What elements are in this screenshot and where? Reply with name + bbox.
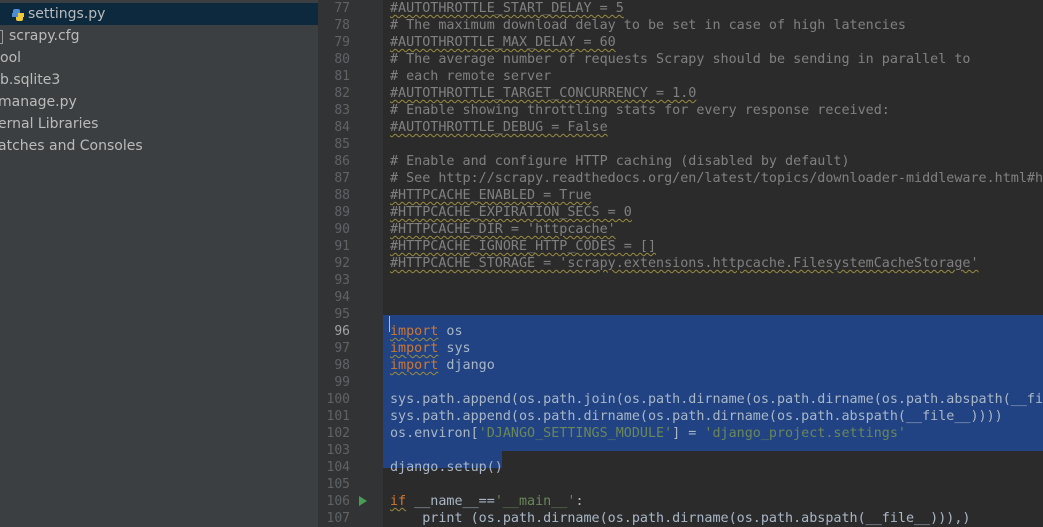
- line-number[interactable]: 79: [319, 34, 350, 51]
- line-number[interactable]: 103: [319, 442, 350, 459]
- line-number[interactable]: 82: [319, 85, 350, 102]
- line-number[interactable]: 97: [319, 340, 350, 357]
- code-line: # See http://scrapy.readthedocs.org/en/l…: [390, 171, 1043, 186]
- line-number[interactable]: 102: [319, 425, 350, 442]
- line-number[interactable]: 95: [319, 306, 350, 323]
- project-panel: settings.py scrapy.cfg ool b.sqlite3 man…: [0, 0, 318, 527]
- tree-item-label: ernal Libraries: [0, 116, 99, 132]
- tree-item-label: manage.py: [0, 94, 77, 110]
- tree-item-settings-py[interactable]: settings.py: [0, 3, 318, 25]
- code-line: #HTTPCACHE_DIR = 'httpcache': [390, 222, 616, 237]
- tree-item-scratches-and-consoles[interactable]: atches and Consoles: [0, 135, 318, 157]
- editor-gutter[interactable]: 77 78 79 80 81 82 83 84 85 86 87 88 89 90 91 92 93 94 95 96…: [319, 0, 383, 527]
- tree-item-label: scrapy.cfg: [9, 28, 80, 44]
- line-number[interactable]: 84: [319, 119, 350, 136]
- code-line: sys.path.append(os.path.dirname(os.path.…: [390, 409, 1003, 424]
- line-number[interactable]: 89: [319, 204, 350, 221]
- code-line: django.setup(): [390, 460, 503, 475]
- line-number[interactable]: 106: [319, 493, 350, 510]
- tree-item-label: b.sqlite3: [0, 72, 61, 88]
- line-number[interactable]: 100: [319, 391, 350, 408]
- line-number[interactable]: 99: [319, 374, 350, 391]
- code-line: os.environ['DJANGO_SETTINGS_MODULE'] = '…: [390, 426, 906, 441]
- config-file-icon: [0, 30, 3, 44]
- code-line: print (os.path.dirname(os.path.dirname(o…: [390, 511, 971, 526]
- code-line: #AUTOTHROTTLE_START_DELAY = 5: [390, 1, 624, 16]
- code-line: # Enable showing throttling stats for ev…: [390, 103, 890, 118]
- line-number[interactable]: 93: [319, 272, 350, 289]
- code-line: #HTTPCACHE_EXPIRATION_SECS = 0: [390, 205, 632, 220]
- code-line: #AUTOTHROTTLE_MAX_DELAY = 60: [390, 35, 616, 50]
- code-line: # The maximum download delay to be set i…: [390, 18, 906, 33]
- code-line: #HTTPCACHE_ENABLED = True: [390, 188, 592, 203]
- line-number[interactable]: 85: [319, 136, 350, 153]
- code-line: # each remote server: [390, 69, 552, 84]
- tree-item-label: atches and Consoles: [0, 138, 143, 154]
- line-number[interactable]: 105: [319, 476, 350, 493]
- python-file-icon: [11, 7, 25, 21]
- line-number[interactable]: 77: [319, 0, 350, 17]
- code-line: #AUTOTHROTTLE_TARGET_CONCURRENCY = 1.0: [390, 86, 697, 101]
- code-line: if __name__=='__main__':: [390, 494, 584, 509]
- line-number[interactable]: 98: [319, 357, 350, 374]
- line-number[interactable]: 104: [319, 459, 350, 476]
- line-number[interactable]: 107: [319, 510, 350, 527]
- code-line: #AUTOTHROTTLE_DEBUG = False: [390, 120, 608, 135]
- line-number[interactable]: 81: [319, 68, 350, 85]
- code-line: sys.path.append(os.path.join(os.path.dir…: [390, 392, 1043, 407]
- line-number[interactable]: 87: [319, 170, 350, 187]
- line-number[interactable]: 96: [319, 323, 350, 340]
- line-number[interactable]: 88: [319, 187, 350, 204]
- code-line: #HTTPCACHE_STORAGE = 'scrapy.extensions.…: [390, 256, 979, 271]
- tree-item-db-sqlite3[interactable]: b.sqlite3: [0, 69, 318, 91]
- line-number[interactable]: 92: [319, 255, 350, 272]
- code-line: import django: [390, 358, 495, 373]
- tree-item-label: ool: [0, 50, 22, 66]
- code-line: import sys: [390, 341, 471, 356]
- tree-item-manage-py[interactable]: manage.py: [0, 91, 318, 113]
- line-number[interactable]: 101: [319, 408, 350, 425]
- tree-item-external-libraries[interactable]: ernal Libraries: [0, 113, 318, 135]
- line-number[interactable]: 94: [319, 289, 350, 306]
- tree-item-scrapy-cfg[interactable]: scrapy.cfg: [0, 25, 318, 47]
- line-number[interactable]: 91: [319, 238, 350, 255]
- line-number[interactable]: 78: [319, 17, 350, 34]
- text-caret: [389, 316, 390, 332]
- line-number[interactable]: 80: [319, 51, 350, 68]
- tree-item-tool[interactable]: ool: [0, 47, 318, 69]
- code-line: # The average number of requests Scrapy …: [390, 52, 971, 67]
- run-gutter-icon[interactable]: [359, 496, 367, 506]
- line-number[interactable]: 86: [319, 153, 350, 170]
- tree-item-label: settings.py: [28, 6, 106, 22]
- code-line: # Enable and configure HTTP caching (dis…: [390, 154, 850, 169]
- code-line: import os: [390, 324, 463, 339]
- code-line: #HTTPCACHE_IGNORE_HTTP_CODES = []: [390, 239, 657, 254]
- line-number[interactable]: 90: [319, 221, 350, 238]
- code-editor[interactable]: #AUTOTHROTTLE_START_DELAY = 5 # The maxim…: [383, 0, 1043, 527]
- line-number[interactable]: 83: [319, 102, 350, 119]
